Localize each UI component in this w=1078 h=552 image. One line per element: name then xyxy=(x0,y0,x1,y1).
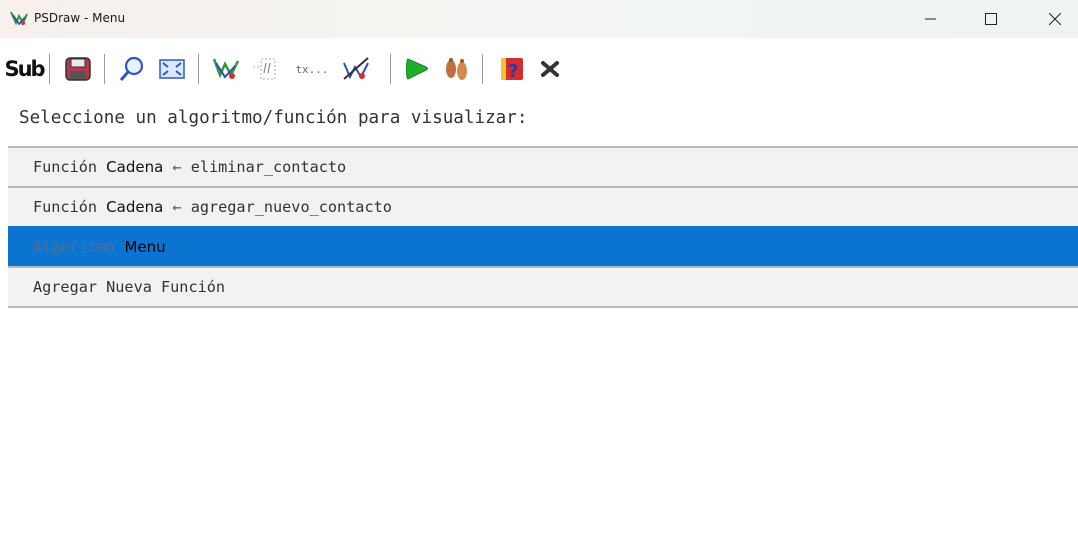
svg-text:?: ? xyxy=(508,61,518,82)
toolbar-separator xyxy=(390,54,391,84)
flowchart-icon xyxy=(212,58,240,79)
item-prefix: Función xyxy=(33,158,107,176)
algorithm-list: Función Cadena ← eliminar_contacto Funci… xyxy=(8,146,1078,308)
prompt-label: Seleccione un algoritmo/función para vis… xyxy=(19,108,528,128)
step-button[interactable] xyxy=(438,51,474,87)
edit-flowchart-icon xyxy=(343,57,369,80)
save-icon xyxy=(65,57,91,81)
window-title: PSDraw - Menu xyxy=(34,11,126,25)
toolbar-separator xyxy=(198,54,199,84)
list-item[interactable]: Función Cadena ← eliminar_contacto xyxy=(8,146,1078,186)
close-button[interactable] xyxy=(534,51,566,87)
text-tool-button[interactable]: tx... xyxy=(292,51,332,87)
dotted-tool-button[interactable] xyxy=(250,51,282,87)
close-icon xyxy=(1049,13,1061,25)
flowchart-button[interactable] xyxy=(208,51,244,87)
close-icon xyxy=(541,61,559,77)
sub-button[interactable]: Sub xyxy=(4,51,45,87)
item-param: agregar_nuevo_contacto xyxy=(190,198,392,216)
psdraw-app-icon xyxy=(9,10,29,28)
fit-button[interactable] xyxy=(154,51,190,87)
text-tool-icon: tx... xyxy=(295,62,329,76)
item-arrow: ← xyxy=(163,158,191,176)
list-item-selected[interactable]: Algoritmo Menu xyxy=(8,226,1078,266)
fit-icon xyxy=(159,59,185,79)
toolbar-separator xyxy=(104,54,105,84)
search-icon xyxy=(119,56,144,81)
minimize-button[interactable] xyxy=(908,0,954,38)
title-bar: PSDraw - Menu xyxy=(0,0,1078,38)
help-icon: ? xyxy=(501,58,523,82)
item-arrow: ← xyxy=(163,198,191,216)
save-button[interactable] xyxy=(60,51,96,87)
sub-label: Sub xyxy=(4,57,45,81)
run-icon xyxy=(406,58,428,80)
minimize-icon xyxy=(925,18,936,20)
run-button[interactable] xyxy=(398,51,434,87)
maximize-icon xyxy=(985,13,997,25)
item-param: eliminar_contacto xyxy=(190,158,347,176)
help-button[interactable]: ? xyxy=(494,51,530,87)
item-prefix: Algoritmo xyxy=(33,238,125,256)
edit-flowchart-button[interactable] xyxy=(338,51,374,87)
item-name: Cadena xyxy=(106,198,164,216)
toolbar-separator xyxy=(482,54,483,84)
item-prefix: Función xyxy=(33,198,107,216)
maximize-button[interactable] xyxy=(968,0,1014,38)
search-button[interactable] xyxy=(114,51,150,87)
add-function-item[interactable]: Agregar Nueva Función xyxy=(8,266,1078,308)
item-label: Agregar Nueva Función xyxy=(33,278,226,296)
list-item[interactable]: Función Cadena ← agregar_nuevo_contacto xyxy=(8,186,1078,226)
close-window-button[interactable] xyxy=(1032,0,1078,38)
toolbar-separator xyxy=(49,54,50,84)
toolbar: Sub tx... ? xyxy=(0,45,1078,93)
item-name: Cadena xyxy=(106,158,164,176)
dotted-tool-icon xyxy=(253,58,276,80)
item-name: Menu xyxy=(124,238,166,256)
step-icon xyxy=(446,58,467,80)
